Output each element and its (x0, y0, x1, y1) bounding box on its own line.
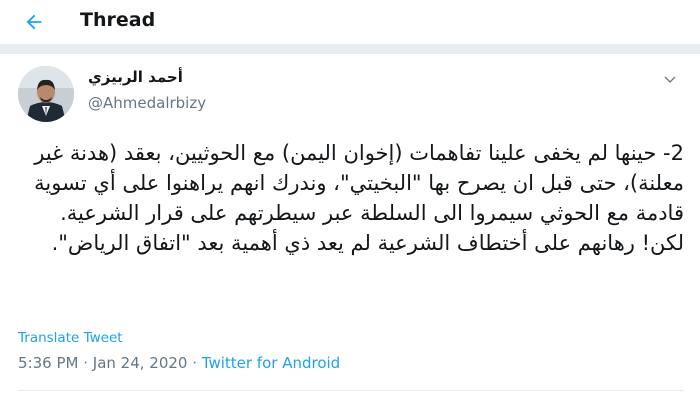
meta-separator: · (78, 354, 93, 372)
chevron-down-icon (664, 76, 676, 83)
more-options-button[interactable] (656, 66, 684, 94)
tweet-paragraph: 2- حينها لم يخفى علينا تفاهمات (إخوان ال… (34, 141, 684, 225)
tweet-date[interactable]: Jan 24, 2020 (93, 354, 188, 372)
tweet-thread-page: Thread أحمد الربيزي @Ahmedalrbizy 2- حين… (0, 0, 700, 404)
tweet-text: 2- حينها لم يخفى علينا تفاهمات (إخوان ال… (16, 138, 684, 258)
arrow-left-icon (26, 14, 42, 30)
tweet-paragraph: لكن! رهانهم على أختطاف الشرعية لم يعد ذي… (51, 231, 684, 255)
avatar[interactable] (18, 66, 74, 122)
author-name[interactable]: أحمد الربيزي (88, 68, 183, 86)
back-button[interactable] (16, 4, 52, 40)
tweet-source-link[interactable]: Twitter for Android (202, 354, 340, 372)
tweet-meta: 5:36 PM · Jan 24, 2020 · Twitter for And… (18, 354, 340, 372)
translate-tweet-link[interactable]: Translate Tweet (18, 330, 123, 346)
tweet-divider (18, 390, 684, 391)
header-divider (0, 44, 700, 54)
meta-separator: · (187, 354, 202, 372)
tweet-time[interactable]: 5:36 PM (18, 354, 78, 372)
thread-header: Thread (0, 0, 700, 45)
author-handle[interactable]: @Ahmedalrbizy (88, 94, 206, 112)
page-title: Thread (80, 9, 156, 31)
avatar-photo (18, 66, 74, 122)
